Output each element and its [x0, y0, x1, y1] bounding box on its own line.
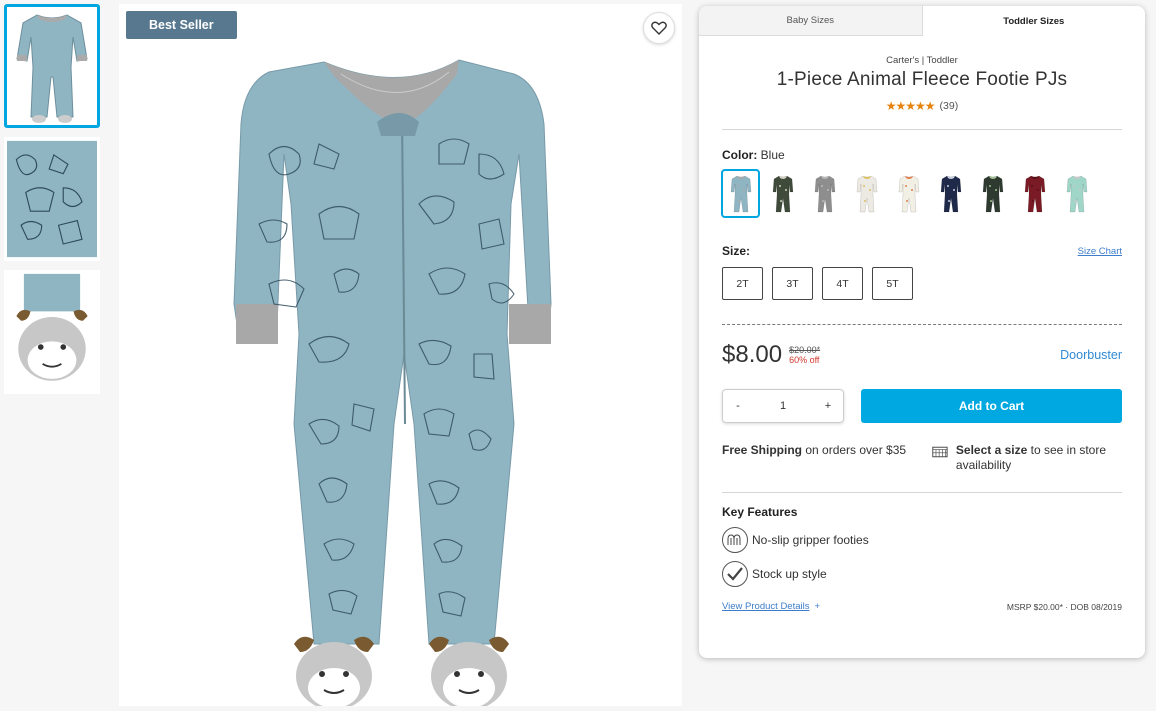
- price-savings: $20.00* 60% off: [789, 345, 820, 365]
- size-option-4t[interactable]: 4T: [822, 267, 863, 300]
- quantity-input[interactable]: 1: [780, 400, 786, 412]
- thumbnail-print-detail[interactable]: [4, 137, 100, 261]
- key-features-heading: Key Features: [722, 505, 798, 519]
- divider: [722, 492, 1122, 493]
- tab-toddler-sizes[interactable]: Toddler Sizes: [922, 6, 1145, 36]
- color-swatches: [721, 169, 1123, 218]
- product-brand: Carter's | Toddler: [886, 55, 958, 66]
- expand-plus-icon[interactable]: +: [814, 601, 820, 612]
- color-label: Color: Blue: [722, 148, 1122, 162]
- size-option-2t[interactable]: 2T: [722, 267, 763, 300]
- product-rating[interactable]: ★★★★★ (39): [699, 99, 1145, 113]
- print-detail-image: [7, 140, 97, 258]
- checkmark-icon: [722, 561, 748, 587]
- moose-footie-image: [7, 273, 97, 391]
- feature-label: No-slip gripper footies: [752, 533, 869, 547]
- cart-row: - 1 + Add to Cart: [722, 389, 1122, 423]
- color-swatch-ivory-print[interactable]: [889, 169, 928, 218]
- footie-swatch-icon: [982, 175, 1003, 212]
- footie-pj-image: [233, 59, 552, 706]
- doorbuster-link[interactable]: Doorbuster: [1060, 348, 1122, 362]
- review-count: (39): [939, 100, 959, 112]
- feature-item: No-slip gripper footies: [722, 527, 1122, 553]
- add-to-cart-button[interactable]: Add to Cart: [861, 389, 1122, 423]
- divider: [722, 129, 1122, 130]
- quantity-decrease-button[interactable]: -: [731, 400, 745, 412]
- color-swatch-burgundy[interactable]: [1015, 169, 1054, 218]
- free-shipping-bold: Free Shipping: [722, 443, 803, 457]
- main-product-image[interactable]: Best Seller: [119, 4, 682, 706]
- thumbnail-full-view[interactable]: [4, 4, 100, 128]
- rating-stars-icon: ★★★★★: [885, 99, 936, 113]
- store-availability-text: Select a size to see in store availabili…: [956, 443, 1122, 473]
- moose-feet: [294, 636, 509, 706]
- discount-percent: 60% off: [789, 355, 820, 365]
- view-product-details-link[interactable]: View Product Details: [722, 601, 809, 612]
- quantity-stepper: - 1 +: [722, 389, 844, 423]
- size-option-3t[interactable]: 3T: [772, 267, 813, 300]
- product-title: 1-Piece Animal Fleece Footie PJs: [776, 69, 1068, 90]
- color-label-text: Color:: [722, 148, 758, 162]
- dashed-divider: [722, 324, 1122, 325]
- footie-swatch-icon: [1024, 175, 1045, 212]
- selected-color-value: Blue: [760, 148, 785, 162]
- shipping-info: Free Shipping on orders over $35 Select …: [722, 443, 1122, 473]
- price-row: $8.00 $20.00* 60% off Doorbuster: [722, 341, 1122, 369]
- gripper-icon: [722, 527, 748, 553]
- product-details-panel: Baby Sizes Toddler Sizes Carter's | Todd…: [699, 6, 1145, 658]
- free-shipping-rest: on orders over $35: [802, 443, 907, 457]
- size-options: 2T 3T 4T 5T: [722, 267, 1122, 300]
- footie-swatch-icon: [856, 175, 877, 212]
- footie-swatch-icon: [1066, 175, 1087, 212]
- free-shipping-note: Free Shipping on orders over $35: [722, 443, 922, 473]
- size-range-tabs: Baby Sizes Toddler Sizes: [699, 6, 1145, 36]
- size-option-5t[interactable]: 5T: [872, 267, 913, 300]
- feature-item: Stock up style: [722, 561, 1122, 587]
- color-swatch-dark-green[interactable]: [973, 169, 1012, 218]
- footie-swatch-icon: [898, 175, 919, 212]
- footie-swatch-icon: [814, 175, 835, 212]
- thumbnail-strip: [4, 4, 103, 403]
- feature-label: Stock up style: [752, 567, 827, 581]
- tab-baby-sizes[interactable]: Baby Sizes: [699, 6, 923, 36]
- footie-swatch-icon: [772, 175, 793, 212]
- thumbnail-footie-detail[interactable]: [4, 270, 100, 394]
- color-swatch-blue[interactable]: [721, 169, 760, 218]
- color-swatch-white-print[interactable]: [847, 169, 886, 218]
- size-label: Size:: [722, 244, 751, 258]
- color-swatch-dark-camo[interactable]: [763, 169, 802, 218]
- store-icon: [932, 446, 948, 458]
- footie-swatch-icon: [730, 175, 751, 212]
- select-size-bold: Select a size: [955, 443, 1028, 457]
- current-price: $8.00: [722, 341, 783, 368]
- footie-thumbnail-image: [16, 14, 88, 123]
- color-swatch-navy[interactable]: [931, 169, 970, 218]
- footie-swatch-icon: [940, 175, 961, 212]
- quantity-increase-button[interactable]: +: [821, 400, 835, 412]
- size-header: Size: Size Chart: [722, 244, 1122, 258]
- color-swatch-mint[interactable]: [1057, 169, 1096, 218]
- original-price: $20.00*: [789, 345, 821, 355]
- msrp-dob-note: MSRP $20.00* · DOB 08/2019: [1006, 601, 1122, 612]
- color-swatch-grey[interactable]: [805, 169, 844, 218]
- details-footer: View Product Details + MSRP $20.00* · DO…: [722, 601, 1122, 612]
- size-chart-link[interactable]: Size Chart: [1078, 246, 1122, 257]
- store-availability[interactable]: Select a size to see in store availabili…: [932, 443, 1122, 473]
